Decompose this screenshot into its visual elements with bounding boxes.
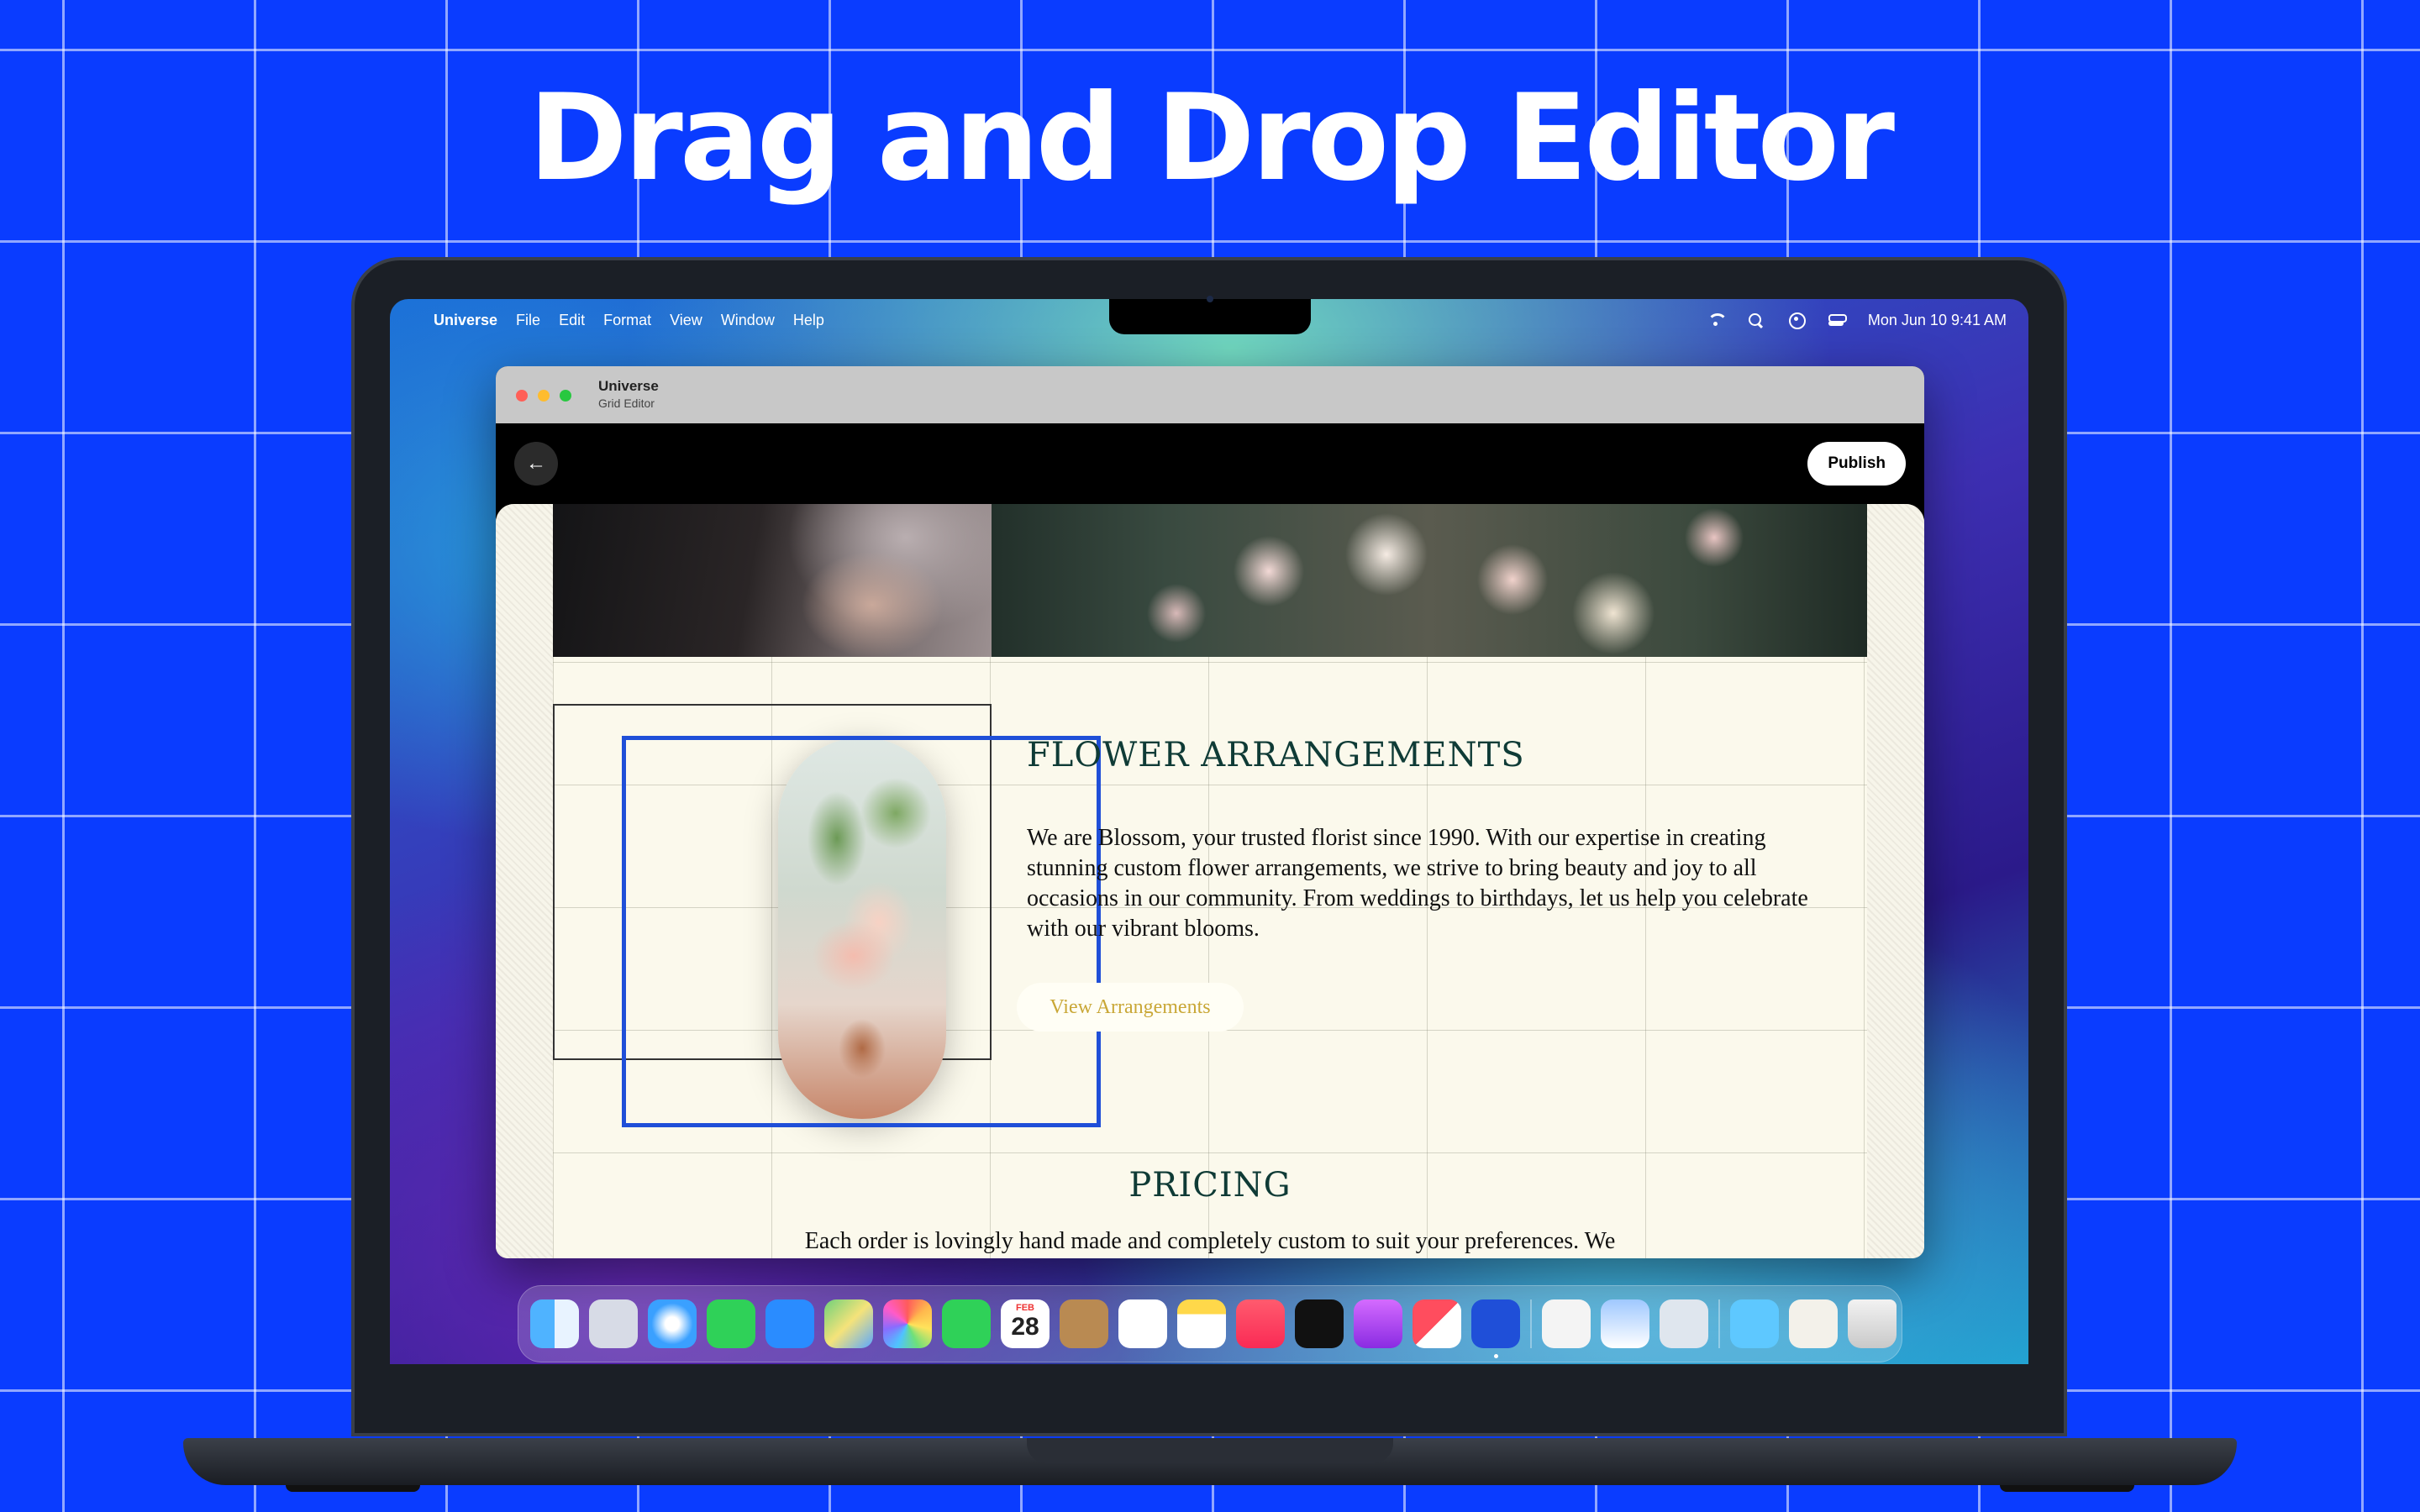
section-body-text[interactable]: We are Blossom, your trusted florist sin… — [1027, 823, 1833, 944]
menu-app-name[interactable]: Universe — [434, 312, 497, 329]
wifi-icon[interactable] — [1707, 312, 1728, 328]
apple-tv-icon[interactable] — [1295, 1299, 1344, 1348]
facetime-icon[interactable] — [942, 1299, 991, 1348]
maps-icon[interactable] — [824, 1299, 873, 1348]
dock: FEB 28 — [518, 1285, 1902, 1362]
search-icon[interactable] — [1747, 312, 1765, 328]
title-bar[interactable]: Universe Grid Editor — [496, 366, 1924, 423]
mail-icon[interactable] — [765, 1299, 814, 1348]
laptop-foot — [2000, 1485, 2134, 1492]
canvas-margin-right — [1867, 504, 1924, 1258]
finder-icon[interactable] — [530, 1299, 579, 1348]
menu-datetime[interactable]: Mon Jun 10 9:41 AM — [1868, 312, 2007, 329]
contacts-icon[interactable] — [1060, 1299, 1108, 1348]
section-title[interactable]: FLOWER ARRANGEMENTS — [1027, 736, 1525, 774]
dock-separator — [1530, 1299, 1532, 1348]
news-icon[interactable] — [1413, 1299, 1461, 1348]
pricing-title[interactable]: PRICING — [496, 1166, 1924, 1205]
menu-window[interactable]: Window — [721, 312, 775, 329]
hands-bouquet-image[interactable] — [553, 504, 992, 657]
editor-toolbar: ← Publish — [496, 423, 1924, 504]
calendar-icon[interactable]: FEB 28 — [1001, 1299, 1050, 1348]
menu-edit[interactable]: Edit — [559, 312, 585, 329]
view-arrangements-button[interactable]: View Arrangements — [1017, 983, 1244, 1032]
laptop-foot — [286, 1485, 420, 1492]
control-center-icon[interactable] — [1828, 312, 1847, 328]
dock-separator — [1718, 1299, 1720, 1348]
photos-icon[interactable] — [883, 1299, 932, 1348]
calendar-day: 28 — [1011, 1313, 1039, 1341]
laptop-hinge — [1027, 1438, 1393, 1463]
textedit-icon[interactable] — [1542, 1299, 1591, 1348]
menu-file[interactable]: File — [516, 312, 540, 329]
launchpad-icon[interactable] — [589, 1299, 638, 1348]
blank-window-icon[interactable] — [1660, 1299, 1708, 1348]
active-app-indicator — [1494, 1354, 1498, 1358]
editor-canvas[interactable]: FLOWER ARRANGEMENTS We are Blossom, your… — [496, 504, 1924, 1258]
document-icon[interactable] — [1789, 1299, 1838, 1348]
window-subtitle: Grid Editor — [598, 396, 655, 410]
reminders-icon[interactable] — [1118, 1299, 1167, 1348]
camera-icon — [1207, 296, 1213, 302]
roses-bouquet-image[interactable] — [992, 504, 1867, 657]
back-arrow-icon[interactable]: ← — [514, 442, 558, 486]
music-icon[interactable] — [1236, 1299, 1285, 1348]
window-title: Universe — [598, 378, 659, 394]
notes-icon[interactable] — [1177, 1299, 1226, 1348]
canvas-margin-left — [496, 504, 553, 1258]
calendar-month: FEB — [1016, 1303, 1034, 1313]
menu-bar-status: Mon Jun 10 9:41 AM — [1707, 299, 2007, 341]
preview-icon[interactable] — [1601, 1299, 1649, 1348]
close-window-button[interactable] — [516, 390, 528, 402]
headline: Drag and Drop Editor — [528, 69, 1895, 207]
pricing-body-text[interactable]: Each order is lovingly hand made and com… — [496, 1228, 1924, 1255]
user-icon[interactable] — [1787, 312, 1806, 329]
menu-view[interactable]: View — [670, 312, 702, 329]
folder-icon[interactable] — [1730, 1299, 1779, 1348]
universe-app-icon[interactable] — [1471, 1299, 1520, 1358]
menu-help[interactable]: Help — [793, 312, 824, 329]
safari-icon[interactable] — [648, 1299, 697, 1348]
trash-icon[interactable] — [1848, 1299, 1897, 1348]
messages-icon[interactable] — [707, 1299, 755, 1348]
editor-window: Universe Grid Editor ← Publish FLOWER AR… — [496, 366, 1924, 1258]
podcasts-icon[interactable] — [1354, 1299, 1402, 1348]
menu-format[interactable]: Format — [603, 312, 651, 329]
desktop-screen: Universe File Edit Format View Window He… — [390, 299, 2028, 1364]
camera-notch — [1109, 299, 1311, 334]
publish-button[interactable]: Publish — [1807, 442, 1906, 486]
minimize-window-button[interactable] — [538, 390, 550, 402]
zoom-window-button[interactable] — [560, 390, 571, 402]
